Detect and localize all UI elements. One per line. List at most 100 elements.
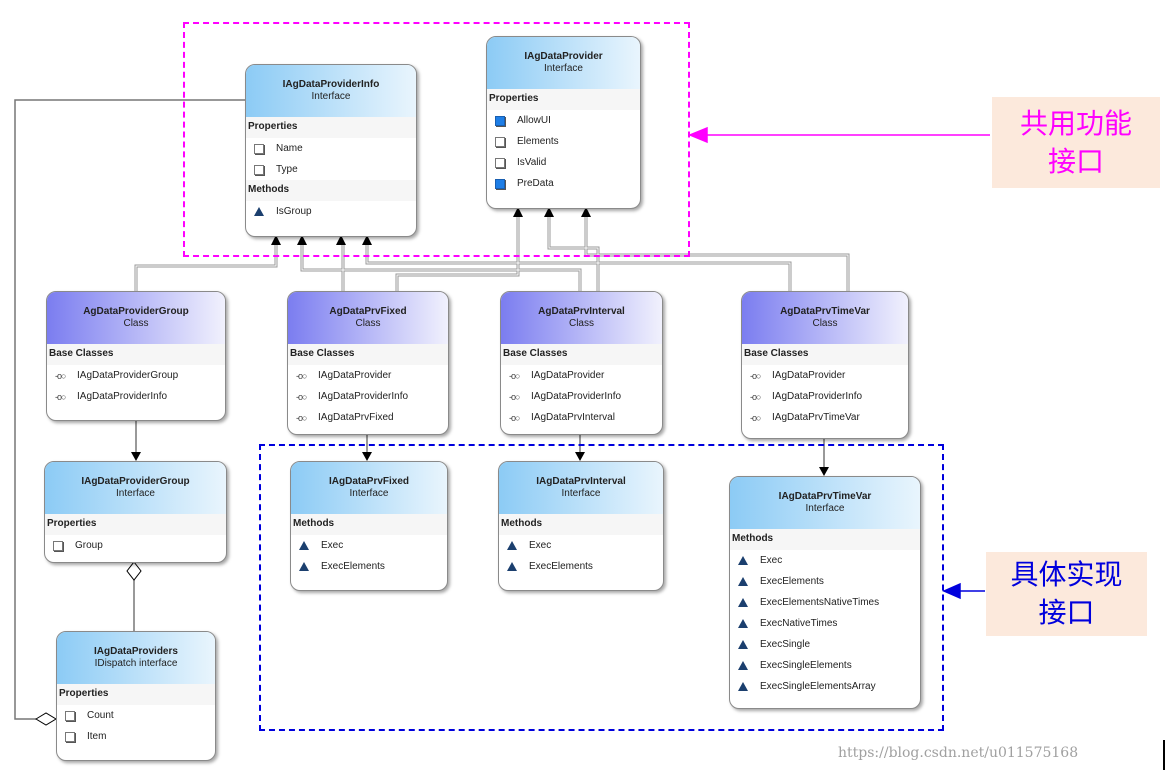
member-item[interactable]: -o○ IAgDataProviderInfo <box>742 386 908 407</box>
member-item[interactable]: ExecElements <box>499 556 663 577</box>
member-label: Exec <box>760 555 783 566</box>
member-item[interactable]: -o○ IAgDataPrvTimeVar <box>742 407 908 428</box>
member-item[interactable]: Exec <box>499 535 663 556</box>
box-kind: Class <box>123 318 149 329</box>
member-item[interactable]: Exec <box>730 550 920 571</box>
member-label: IsGroup <box>276 206 312 217</box>
box-title: IAgDataProviderInfo <box>282 79 380 90</box>
member-label: ExecSingle <box>760 639 811 650</box>
method-icon <box>738 577 760 586</box>
box-title: IAgDataPrvTimeVar <box>778 491 872 502</box>
box-title: IAgDataProvider <box>524 51 603 62</box>
member-label: IAgDataProviderInfo <box>772 391 863 402</box>
class-box-iagdataproviders[interactable]: IAgDataProviders IDispatch interface Prope… <box>56 631 216 761</box>
box-kind: IDispatch interface <box>94 658 178 669</box>
member-label: Name <box>276 143 303 154</box>
member-item[interactable]: -o○ IAgDataProvider <box>501 365 662 386</box>
box-header: IAgDataProviders IDispatch interface <box>57 632 215 684</box>
aggregation-diamond <box>35 712 57 726</box>
member-label: Item <box>87 731 107 742</box>
member-label: ExecElements <box>760 576 824 587</box>
box-title: AgDataPrvTimeVar <box>780 306 870 317</box>
box-title: IAgDataPrvInterval <box>536 476 626 487</box>
method-icon <box>738 556 760 565</box>
member-item[interactable]: Item <box>57 726 215 747</box>
member-item[interactable]: IsValid <box>487 152 640 173</box>
class-box-agdataprvfixed[interactable]: AgDataPrvFixed Class Base Classes -o○ IAgDat… <box>287 291 449 435</box>
member-label: IsValid <box>517 157 547 168</box>
member-item[interactable]: ExecSingleElements <box>730 655 920 676</box>
property-icon <box>53 540 75 551</box>
box-header: AgDataPrvTimeVar Class <box>742 292 908 344</box>
member-item[interactable]: -o○ IAgDataPrvInterval <box>501 407 662 428</box>
member-item[interactable]: ExecElements <box>291 556 447 577</box>
interface-lollipop-icon: -o○ <box>296 391 307 402</box>
class-box-iagdataprovidergroup[interactable]: IAgDataProviderGroup Interface Properties G… <box>44 461 227 563</box>
box-kind: Class <box>812 318 838 329</box>
member-item[interactable]: Exec <box>291 535 447 556</box>
member-label: ExecElements <box>529 561 593 572</box>
member-item[interactable]: ExecSingle <box>730 634 920 655</box>
member-item[interactable]: -o○ IAgDataProviderInfo <box>288 386 448 407</box>
member-label: IAgDataProvider <box>531 370 605 381</box>
member-label: PreData <box>517 178 554 189</box>
member-item[interactable]: Count <box>57 705 215 726</box>
property-icon <box>495 136 517 147</box>
member-label: ExecElements <box>321 561 385 572</box>
member-item[interactable]: -o○ IAgDataProviderInfo <box>47 386 225 407</box>
aggregation-diamond <box>126 561 142 581</box>
member-item[interactable]: IsGroup <box>246 201 416 222</box>
member-item[interactable]: ExecSingleElementsArray <box>730 676 920 697</box>
box-header: AgDataPrvInterval Class <box>501 292 662 344</box>
method-icon <box>299 562 321 571</box>
box-kind: Interface <box>116 488 155 499</box>
member-item[interactable]: -o○ IAgDataProviderInfo <box>501 386 662 407</box>
member-item[interactable]: AllowUI <box>487 110 640 131</box>
interface-lollipop-icon: -o○ <box>509 391 520 402</box>
member-item[interactable]: -o○ IAgDataProvider <box>742 365 908 386</box>
class-box-agdataprovidergroup[interactable]: AgDataProviderGroup Class Base Classes -o○ I… <box>46 291 226 421</box>
member-label: Count <box>87 710 114 721</box>
member-label: IAgDataProvider <box>772 370 846 381</box>
member-item[interactable]: ExecElements <box>730 571 920 592</box>
box-header: IAgDataPrvTimeVar Interface <box>730 477 920 529</box>
member-item[interactable]: -o○ IAgDataProviderGroup <box>47 365 225 386</box>
member-label: IAgDataProviderInfo <box>77 391 168 402</box>
member-item[interactable]: ExecNativeTimes <box>730 613 920 634</box>
class-box-iagdataproviderinfo[interactable]: IAgDataProviderInfo Interface Properties Na… <box>245 64 417 237</box>
member-item[interactable]: -o○ IAgDataPrvFixed <box>288 407 448 428</box>
method-icon <box>738 619 760 628</box>
member-label: IAgDataProviderInfo <box>318 391 409 402</box>
method-icon <box>299 541 321 550</box>
class-box-iagdataprvfixed[interactable]: IAgDataPrvFixed Interface Methods Exec ExecE… <box>290 461 448 591</box>
member-item[interactable]: Type <box>246 159 416 180</box>
interface-lollipop-icon: -o○ <box>55 391 66 402</box>
member-item[interactable]: Group <box>45 535 226 556</box>
interface-lollipop-icon: -o○ <box>509 412 520 423</box>
method-icon <box>507 562 529 571</box>
box-header: AgDataPrvFixed Class <box>288 292 448 344</box>
member-item[interactable]: ExecElementsNativeTimes <box>730 592 920 613</box>
box-title: IAgDataProviders <box>94 646 178 657</box>
member-item[interactable]: PreData <box>487 173 640 194</box>
member-label: ExecElementsNativeTimes <box>760 597 880 608</box>
divider <box>1163 740 1165 770</box>
interface-lollipop-icon: -o○ <box>750 370 761 381</box>
class-box-agdataprvtimevar[interactable]: AgDataPrvTimeVar Class Base Classes -o○ IAgD… <box>741 291 909 439</box>
method-icon <box>254 207 276 216</box>
interface-lollipop-icon: -o○ <box>296 370 307 381</box>
member-item[interactable]: Name <box>246 138 416 159</box>
interface-lollipop-icon: -o○ <box>750 412 761 423</box>
section-title: Properties <box>45 514 226 535</box>
member-label: IAgDataPrvInterval <box>531 412 615 423</box>
member-label: IAgDataProvider <box>318 370 392 381</box>
member-label: IAgDataPrvFixed <box>318 412 394 423</box>
class-box-iagdataprovider[interactable]: IAgDataProvider Interface Properties AllowU… <box>486 36 641 209</box>
class-box-iagdataprvinterval[interactable]: IAgDataPrvInterval Interface Methods Exec Ex… <box>498 461 664 591</box>
member-item[interactable]: Elements <box>487 131 640 152</box>
box-header: AgDataProviderGroup Class <box>47 292 225 344</box>
class-box-agdataprvinterval[interactable]: AgDataPrvInterval Class Base Classes -o○ IAg… <box>500 291 663 435</box>
member-item[interactable]: -o○ IAgDataProvider <box>288 365 448 386</box>
class-box-iagdataprvtimevar[interactable]: IAgDataPrvTimeVar Interface Methods Exec Exe… <box>729 476 921 709</box>
box-kind: Interface <box>544 63 583 74</box>
